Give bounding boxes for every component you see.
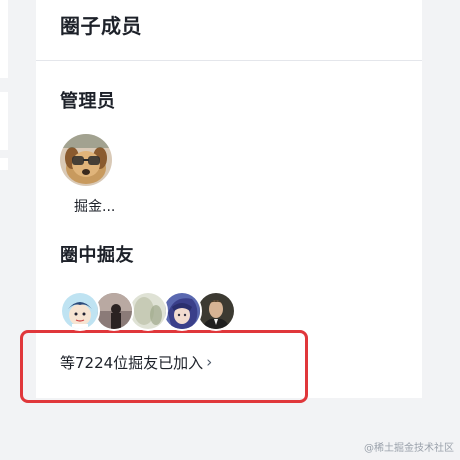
man-in-suit-avatar[interactable]	[196, 291, 236, 331]
panel-title: 圈子成员	[60, 14, 142, 38]
joined-members-text: 等7224位掘友已加入	[60, 354, 204, 372]
admin-name[interactable]: 掘金...	[74, 196, 115, 216]
watermark-text: @稀土掘金技术社区	[364, 443, 454, 454]
chevron-right-icon: ›	[206, 352, 213, 371]
friends-section-title: 圈中掘友	[60, 245, 134, 266]
joined-members-link[interactable]: 等7224位掘友已加入 ›	[60, 352, 212, 373]
background-card	[0, 0, 8, 78]
blurry-light-avatar[interactable]	[128, 291, 168, 331]
background-card	[0, 92, 8, 150]
admins-section-title: 管理员	[60, 91, 116, 112]
background-card	[0, 158, 8, 170]
anime-character-avatar[interactable]	[162, 291, 202, 331]
panel-header: 圈子成员	[36, 0, 422, 61]
silhouette-avatar[interactable]	[94, 291, 134, 331]
cartoon-boy-avatar[interactable]	[60, 291, 100, 331]
puppy-with-glasses-avatar[interactable]	[60, 134, 112, 186]
circle-members-panel: 圈子成员 管理员 掘金... 圈中掘友 等7224位掘友已加入 ›	[36, 0, 422, 398]
friend-avatar-list	[60, 291, 260, 331]
